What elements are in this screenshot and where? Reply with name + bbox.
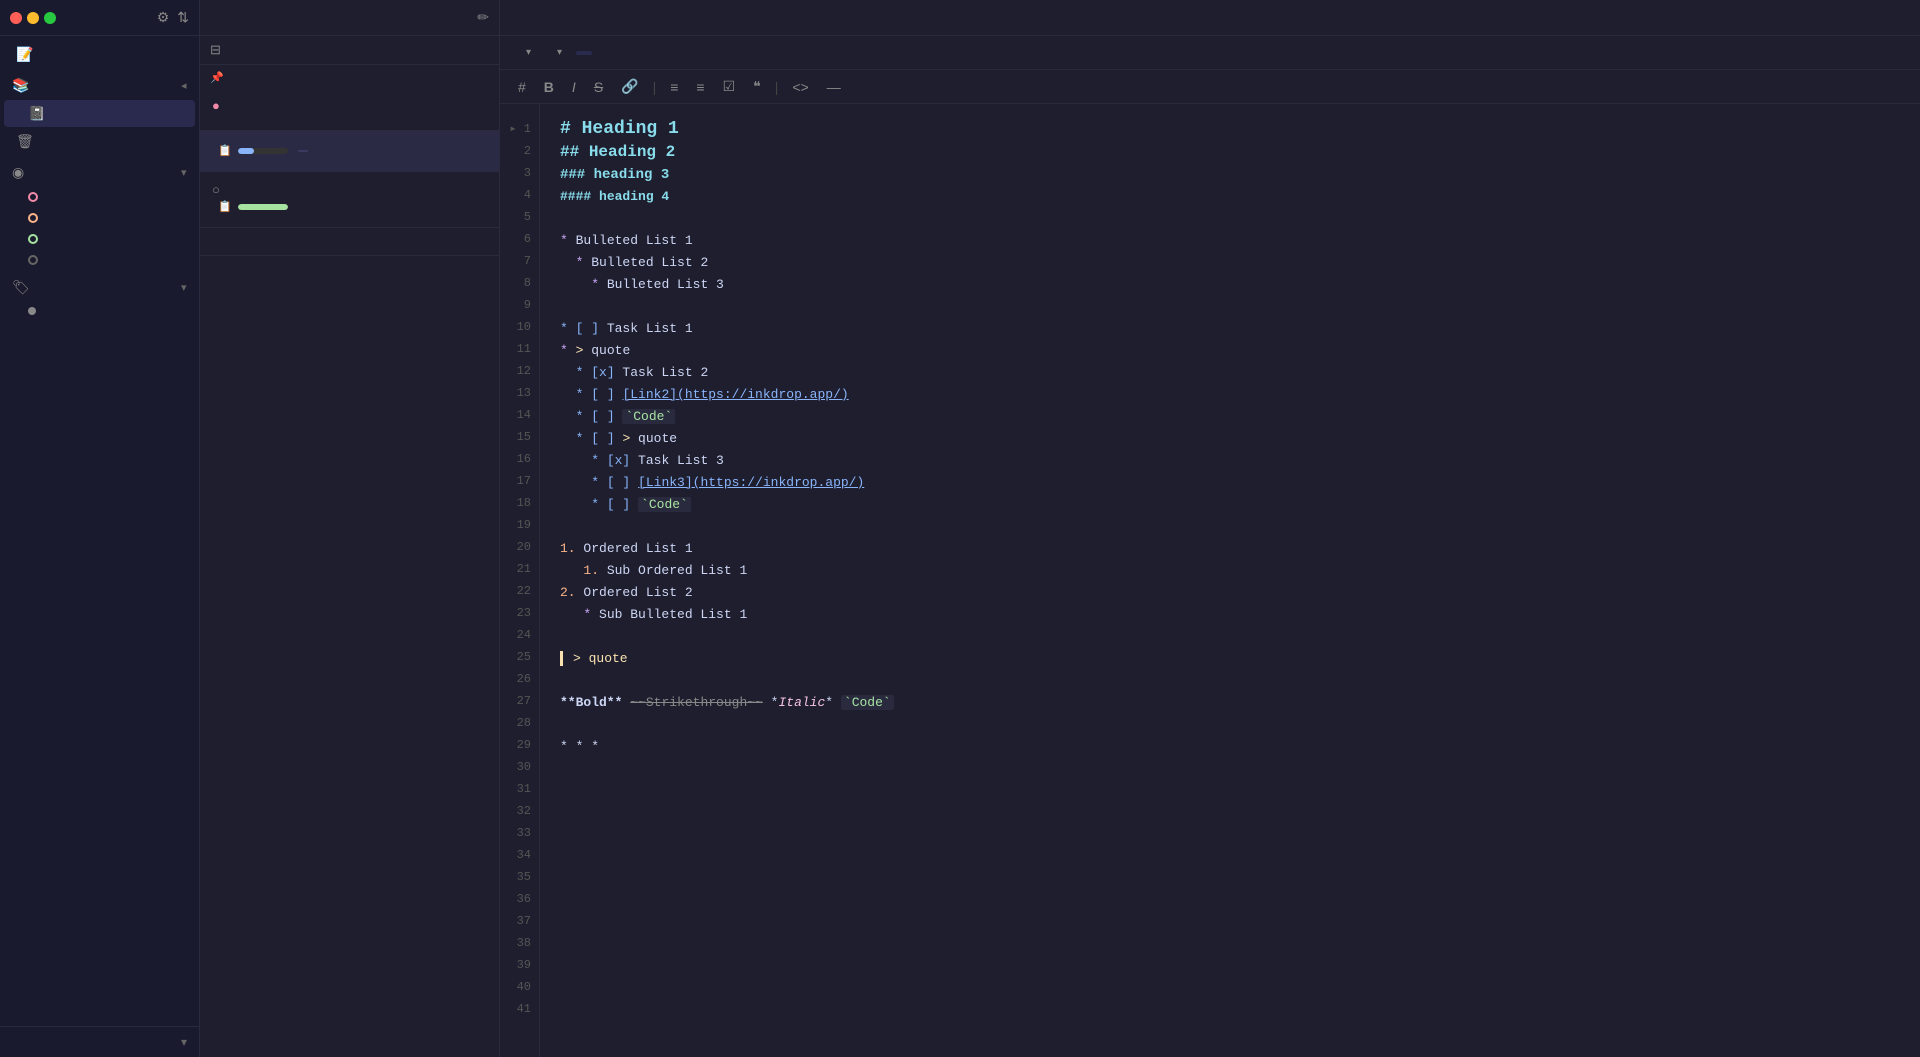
traffic-lights [10,12,56,24]
note2-copy-icon: 📋 [218,200,232,213]
sidebar: ⚙ ⇅ 📝 📚 ◂ 📓 [0,0,200,1057]
pinned-note-title: ● [212,98,487,113]
tags-icon: 🏷 [12,279,30,296]
status-expand-icon[interactable]: ▾ [181,166,187,179]
sidebar-item-all-notes[interactable]: 📝 [4,41,195,68]
toolbar-hr[interactable]: — [823,77,845,97]
toolbar-sep1: | [653,79,657,95]
toolbar-bold[interactable]: B [540,77,558,97]
pinned-section-label: 📌 [200,65,499,88]
tag-dot [28,307,36,315]
note-card-hello-inkdrop[interactable] [200,228,499,256]
note2-progress [238,204,292,210]
status-header: ◉ ▾ [0,159,199,186]
notes-list-icons: ✏ [477,9,489,26]
editor-toolbar: # B I S 🔗 | ≡ ≡ ☑ ❝ | <> — [500,70,1920,104]
notebook-icon: 📓 [28,105,45,122]
notes-list-header: ✏ [200,0,499,36]
sidebar-item-tag-sample[interactable] [4,302,195,320]
status-icon: ◉ [12,164,25,181]
notebooks-expand-icon[interactable]: ◂ [181,79,187,92]
notebooks-header: 📚 ◂ [0,72,199,99]
settings-icon[interactable]: ⚙ [157,9,170,26]
sidebar-nav: 📝 📚 ◂ 📓 🗑 [0,36,199,1026]
toolbar-heading[interactable]: # [514,77,530,97]
toolbar-link[interactable]: 🔗 [617,76,642,97]
note2-meta: 📋 [212,200,487,213]
tab-note[interactable]: ▾ [514,45,539,60]
note1-badge [298,150,308,152]
tags-header: 🏷 ▾ [0,274,199,301]
toolbar-blockquote[interactable]: ❝ [749,76,765,97]
toolbar-ol[interactable]: ≡ [692,77,708,97]
trash-icon: 🗑 [16,133,34,150]
toolbar-code[interactable]: <> [788,77,812,97]
sidebar-bottom: ▾ [0,1026,199,1057]
all-notes-icon: 📝 [16,46,33,63]
note1-progress-bar [238,148,288,154]
note1-copy-icon: 📋 [218,144,232,157]
toolbar-ul[interactable]: ≡ [666,77,682,97]
traffic-light-close[interactable] [10,12,22,24]
sidebar-item-onhold[interactable] [4,208,195,228]
sidebar-item-sample-notebook[interactable]: 📓 [4,100,195,127]
note1-progress [238,148,292,154]
sidebar-top-icons: ⚙ ⇅ [157,9,189,26]
traffic-light-maximize[interactable] [44,12,56,24]
note-card-task-list[interactable]: ○ 📋 [200,172,499,228]
tab-note-dropdown-arrow: ▾ [526,47,531,58]
toolbar-italic[interactable]: I [568,77,580,97]
note2-progress-bar [238,204,288,210]
tab-status[interactable]: ▾ [545,45,570,60]
note1-meta: 📋 [212,144,487,157]
toolbar-sep2: | [775,79,779,95]
note-card-sample[interactable]: 📋 [200,131,499,172]
notebooks-icon: 📚 [12,77,30,94]
sidebar-top-bar: ⚙ ⇅ [0,0,199,36]
editor-header [500,0,1920,36]
pinned-dot: ● [212,98,220,113]
note2-title: ○ [212,182,487,197]
notes-filter-bar[interactable]: ⊟ [200,36,499,65]
sidebar-item-trash[interactable]: 🗑 [4,128,195,155]
task-list-icon: ○ [212,182,220,197]
note1-progress-fill [238,148,255,154]
tags-expand-icon[interactable]: ▾ [181,281,187,294]
sidebar-item-active[interactable] [4,187,195,207]
dropped-status-dot [28,255,38,265]
tab-active[interactable] [576,51,592,55]
editor-tabs: ▾ ▾ [500,36,1920,70]
editor-area: ▾ ▾ # B I S 🔗 | ≡ ≡ ☑ ❝ | <> — ▸ 1 2 3 [500,0,1920,1057]
completed-status-dot [28,234,38,244]
filter-input[interactable] [227,43,489,58]
pinned-note-card[interactable]: ● [200,88,499,131]
note2-progress-fill [238,204,288,210]
pin-icon-label: 📌 [210,71,224,84]
sidebar-item-dropped[interactable] [4,250,195,270]
onhold-status-dot [28,213,38,223]
filter-icon: ⊟ [210,42,221,58]
editor-content[interactable]: ▸ 1 2 3 4 5 6 7 8 9 10 11 12 13 14 15 16… [500,104,1920,1057]
line-numbers: ▸ 1 2 3 4 5 6 7 8 9 10 11 12 13 14 15 16… [500,104,540,1057]
active-status-dot [28,192,38,202]
toolbar-checkbox[interactable]: ☑ [719,76,740,97]
tab-status-dropdown-arrow: ▾ [557,47,562,58]
sidebar-item-completed[interactable] [4,229,195,249]
notes-list: ✏ ⊟ 📌 ● 📋 [200,0,500,1057]
editor-text[interactable]: # Heading 1 ## Heading 2 ### heading 3 #… [540,104,1920,1057]
traffic-light-minimize[interactable] [27,12,39,24]
tab-add-tags[interactable] [598,51,614,55]
sort-icon[interactable]: ⇅ [177,9,189,26]
user-dropdown-arrow[interactable]: ▾ [181,1035,187,1049]
edit-note-icon[interactable]: ✏ [477,9,489,26]
toolbar-strikethrough[interactable]: S [590,77,607,97]
